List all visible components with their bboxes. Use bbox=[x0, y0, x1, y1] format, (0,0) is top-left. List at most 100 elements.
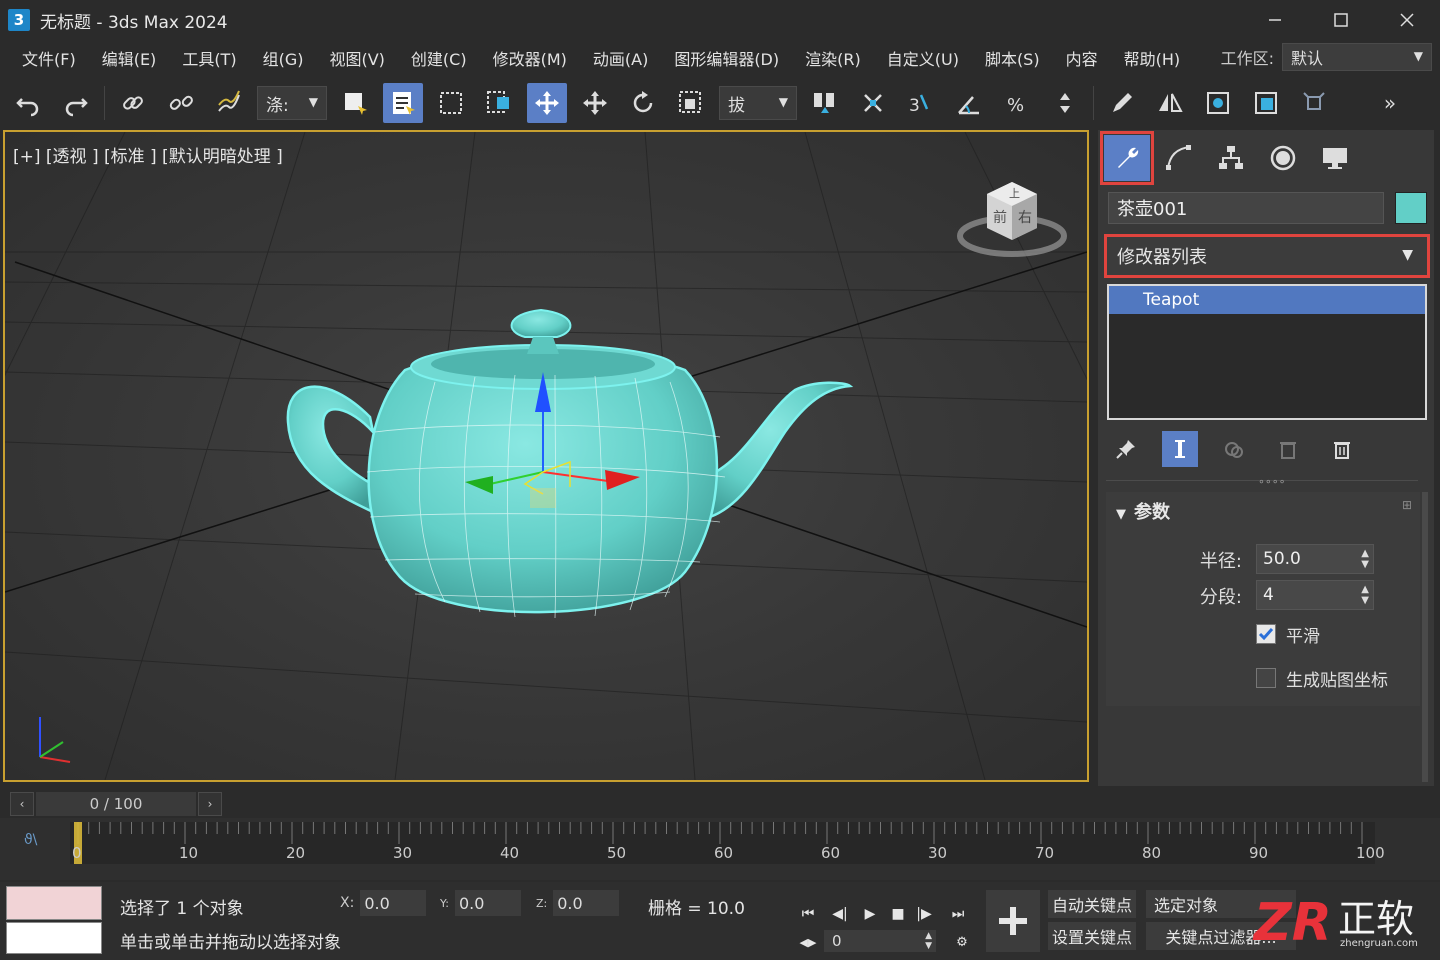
rotate-button[interactable] bbox=[623, 83, 663, 123]
spinner-snap-icon bbox=[1060, 93, 1070, 113]
set-key-big-button[interactable] bbox=[986, 890, 1040, 952]
smooth-checkbox-row[interactable]: 平滑 bbox=[1256, 622, 1320, 647]
menu-tools[interactable]: 工具(T) bbox=[182, 46, 236, 70]
tab-motion[interactable] bbox=[1260, 135, 1306, 181]
menu-group[interactable]: 组(G) bbox=[263, 46, 304, 70]
undo-button[interactable] bbox=[8, 83, 48, 123]
pin-stack-button[interactable] bbox=[1108, 431, 1144, 467]
time-config-button[interactable]: ⚙ bbox=[950, 930, 974, 954]
toolbar-overflow-button[interactable]: » bbox=[1370, 83, 1410, 123]
menu-rendering[interactable]: 渲染(R) bbox=[805, 46, 861, 70]
maximize-button[interactable] bbox=[1308, 0, 1374, 40]
redo-button[interactable] bbox=[56, 83, 96, 123]
selection-filter-dropdown[interactable]: 涤: ▼ bbox=[257, 86, 327, 120]
rotate-icon bbox=[633, 91, 653, 113]
menu-content[interactable]: 内容 bbox=[1066, 46, 1098, 70]
tab-display[interactable] bbox=[1312, 135, 1358, 181]
track-bar[interactable]: ϑ\ 0 10 20 30 40 50 60 60 30 70 80 90 100 bbox=[0, 818, 1440, 880]
current-frame-field[interactable]: 0 ▲ ▼ bbox=[824, 930, 936, 952]
viewcube[interactable]: 上 前 右 bbox=[957, 174, 1067, 264]
time-slider[interactable]: ‹ 0 / 100 › bbox=[10, 792, 224, 816]
percent-snap-button[interactable]: % bbox=[997, 83, 1037, 123]
spinner-arrows-icon[interactable]: ▲ ▼ bbox=[925, 931, 932, 951]
tab-create-shapes[interactable] bbox=[1156, 135, 1202, 181]
menu-help[interactable]: 帮助(H) bbox=[1124, 46, 1181, 70]
menu-modifiers[interactable]: 修改器(M) bbox=[493, 46, 567, 70]
radius-spinner[interactable]: 50.0 ▲ ▼ bbox=[1256, 544, 1374, 574]
x-coord-field[interactable]: 0.0 bbox=[360, 890, 427, 916]
perspective-viewport[interactable]: [+] [透视 ] [标准 ] [默认明暗处理 ] 上 前 右 bbox=[3, 130, 1089, 782]
bind-space-warp-button[interactable] bbox=[209, 83, 249, 123]
close-button[interactable] bbox=[1374, 0, 1440, 40]
angle-snap-button[interactable] bbox=[949, 83, 989, 123]
z-coord-field[interactable]: 0.0 bbox=[553, 890, 620, 916]
next-key-button[interactable]: |▶ bbox=[912, 902, 936, 926]
rect-selection-button[interactable] bbox=[431, 83, 471, 123]
object-name-field[interactable]: 茶壶001 bbox=[1108, 192, 1384, 224]
prev-frame-button[interactable]: ‹ bbox=[10, 792, 34, 816]
stop-button[interactable]: ■ bbox=[886, 902, 910, 926]
spinner-snap-button[interactable] bbox=[1045, 83, 1085, 123]
menu-edit[interactable]: 编辑(E) bbox=[102, 46, 157, 70]
set-key-button[interactable]: 设置关键点 bbox=[1048, 922, 1136, 950]
go-to-end-button[interactable]: ⏭ bbox=[946, 902, 970, 926]
segments-spinner[interactable]: 4 ▲ ▼ bbox=[1256, 580, 1374, 610]
gen-mapping-checkbox[interactable] bbox=[1256, 668, 1276, 688]
configure-modifier-sets-button[interactable] bbox=[1324, 431, 1360, 467]
maxscript-listener-top[interactable] bbox=[6, 886, 102, 920]
rollout-grip-icon[interactable]: ⊞ bbox=[1402, 498, 1412, 512]
menu-scripting[interactable]: 脚本(S) bbox=[985, 46, 1040, 70]
select-move-button[interactable] bbox=[527, 83, 567, 123]
window-crossing-button[interactable] bbox=[479, 83, 519, 123]
menu-views[interactable]: 视图(V) bbox=[329, 46, 384, 70]
command-panel-scrollbar[interactable] bbox=[1422, 492, 1428, 782]
menu-file[interactable]: 文件(F) bbox=[22, 46, 76, 70]
scale-button[interactable] bbox=[671, 83, 711, 123]
move-button[interactable] bbox=[575, 83, 615, 123]
modifier-list-dropdown[interactable]: 修改器列表 ▼ bbox=[1104, 234, 1430, 278]
menu-create[interactable]: 创建(C) bbox=[411, 46, 467, 70]
select-manipulate-button[interactable] bbox=[853, 83, 893, 123]
snaps-3d-button[interactable]: 3 bbox=[901, 83, 941, 123]
make-unique-button[interactable] bbox=[1216, 431, 1252, 467]
key-mode-button[interactable]: ◀▶ bbox=[796, 930, 820, 954]
tab-hierarchy[interactable] bbox=[1208, 135, 1254, 181]
minimize-button[interactable] bbox=[1242, 0, 1308, 40]
edit-named-sets-button[interactable] bbox=[1102, 83, 1142, 123]
parameters-header[interactable]: ▼ 参数 bbox=[1116, 498, 1170, 524]
object-color-swatch[interactable] bbox=[1395, 192, 1427, 224]
viewport-label[interactable]: [+] [透视 ] [标准 ] [默认明暗处理 ] bbox=[13, 142, 283, 167]
next-frame-button[interactable]: › bbox=[198, 792, 222, 816]
auto-key-button[interactable]: 自动关键点 bbox=[1048, 890, 1136, 918]
show-end-result-button[interactable] bbox=[1162, 431, 1198, 467]
toggle-ribbon-button[interactable] bbox=[1246, 83, 1286, 123]
link-button[interactable] bbox=[113, 83, 153, 123]
time-slider-frame[interactable]: 0 / 100 bbox=[36, 792, 196, 816]
stack-item-teapot[interactable]: Teapot bbox=[1109, 286, 1425, 314]
go-to-start-button[interactable]: ⏮ bbox=[796, 902, 820, 926]
unlink-button[interactable] bbox=[161, 83, 201, 123]
pivot-center-button[interactable] bbox=[805, 83, 845, 123]
layer-explorer-button[interactable] bbox=[1198, 83, 1238, 123]
menu-graph-editors[interactable]: 图形编辑器(D) bbox=[674, 46, 779, 70]
svg-text:3: 3 bbox=[909, 96, 920, 116]
remove-modifier-button[interactable] bbox=[1270, 431, 1306, 467]
schematic-view-button[interactable] bbox=[1294, 83, 1334, 123]
maxscript-listener-bottom[interactable] bbox=[6, 922, 102, 954]
mapping-checkbox-row[interactable]: 生成贴图坐标 bbox=[1256, 666, 1388, 691]
mirror-button[interactable] bbox=[1150, 83, 1190, 123]
ref-coord-dropdown[interactable]: 拔 ▼ bbox=[719, 86, 797, 120]
menu-customize[interactable]: 自定义(U) bbox=[887, 46, 959, 70]
menu-animation[interactable]: 动画(A) bbox=[593, 46, 648, 70]
spinner-arrows-icon[interactable]: ▲ ▼ bbox=[1361, 584, 1369, 606]
select-by-name-button[interactable] bbox=[383, 83, 423, 123]
y-coord-field[interactable]: 0.0 bbox=[454, 890, 521, 916]
previous-key-button[interactable]: ◀| bbox=[828, 902, 852, 926]
spinner-arrows-icon[interactable]: ▲ ▼ bbox=[1361, 548, 1369, 570]
tab-modify[interactable] bbox=[1100, 131, 1154, 185]
divider-handle[interactable]: ∘∘∘∘ bbox=[1258, 475, 1286, 488]
select-object-button[interactable] bbox=[335, 83, 375, 123]
smooth-checkbox[interactable] bbox=[1256, 624, 1276, 644]
workspace-dropdown[interactable]: 默认 ▼ bbox=[1282, 43, 1432, 71]
play-button[interactable]: ▶ bbox=[858, 902, 882, 926]
